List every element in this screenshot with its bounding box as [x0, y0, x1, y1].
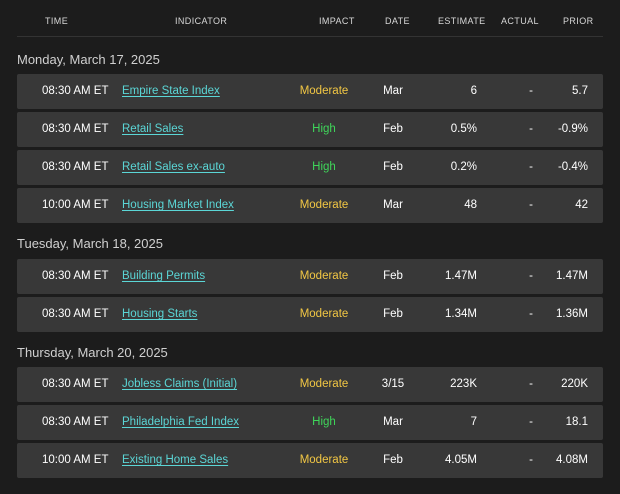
prior-value: -0.9%	[557, 123, 588, 135]
actual-value: -	[529, 161, 533, 173]
event-time: 08:30 AM ET	[42, 378, 109, 390]
day-heading: Monday, March 17, 2025	[17, 52, 160, 67]
actual-value: -	[529, 123, 533, 135]
impact-label: Moderate	[299, 270, 349, 282]
event-time: 10:00 AM ET	[42, 199, 109, 211]
event-date: Feb	[383, 454, 403, 466]
table-row: 10:00 AM ET Housing Market Index Moderat…	[17, 188, 603, 223]
estimate-value: 7	[470, 416, 477, 428]
actual-value: -	[529, 85, 533, 97]
indicator-link[interactable]: Housing Starts	[122, 308, 197, 321]
actual-value: -	[529, 416, 533, 428]
event-time: 08:30 AM ET	[42, 270, 109, 282]
column-header-time[interactable]: TIME	[45, 16, 68, 26]
indicator-link[interactable]: Retail Sales ex-auto	[122, 161, 225, 174]
estimate-value: 0.2%	[450, 161, 477, 173]
prior-value: 5.7	[572, 85, 588, 97]
table-row: 08:30 AM ET Philadelphia Fed Index High …	[17, 405, 603, 440]
actual-value: -	[529, 199, 533, 211]
event-date: Feb	[383, 308, 403, 320]
event-time: 08:30 AM ET	[42, 416, 109, 428]
event-date: Feb	[383, 123, 403, 135]
event-date: Mar	[383, 416, 403, 428]
estimate-value: 48	[464, 199, 477, 211]
impact-label: High	[312, 123, 336, 135]
event-time: 08:30 AM ET	[42, 161, 109, 173]
indicator-link[interactable]: Philadelphia Fed Index	[122, 416, 239, 429]
actual-value: -	[529, 378, 533, 390]
estimate-value: 0.5%	[450, 123, 477, 135]
event-date: Feb	[383, 161, 403, 173]
column-header-impact[interactable]: IMPACT	[319, 16, 355, 26]
indicator-link[interactable]: Existing Home Sales	[122, 454, 228, 467]
indicator-link[interactable]: Building Permits	[122, 270, 205, 283]
economic-calendar: TIME INDICATOR IMPACT DATE ESTIMATE ACTU…	[0, 0, 620, 494]
event-time: 08:30 AM ET	[42, 123, 109, 135]
event-time: 08:30 AM ET	[42, 308, 109, 320]
prior-value: 1.47M	[556, 270, 588, 282]
prior-value: 18.1	[565, 416, 588, 428]
estimate-value: 1.47M	[445, 270, 477, 282]
indicator-link[interactable]: Retail Sales	[122, 123, 183, 136]
table-row: 08:30 AM ET Retail Sales High Feb 0.5% -…	[17, 112, 603, 147]
prior-value: 4.08M	[556, 454, 588, 466]
prior-value: 220K	[561, 378, 588, 390]
column-header-indicator[interactable]: INDICATOR	[175, 16, 227, 26]
estimate-value: 1.34M	[445, 308, 477, 320]
table-row: 08:30 AM ET Retail Sales ex-auto High Fe…	[17, 150, 603, 185]
event-time: 08:30 AM ET	[42, 85, 109, 97]
event-date: Mar	[383, 85, 403, 97]
actual-value: -	[529, 454, 533, 466]
impact-label: Moderate	[299, 454, 349, 466]
table-row: 08:30 AM ET Empire State Index Moderate …	[17, 74, 603, 109]
impact-label: High	[312, 416, 336, 428]
prior-value: 42	[575, 199, 588, 211]
estimate-value: 223K	[450, 378, 477, 390]
impact-label: Moderate	[299, 378, 349, 390]
actual-value: -	[529, 308, 533, 320]
table-row: 08:30 AM ET Building Permits Moderate Fe…	[17, 259, 603, 294]
day-heading: Tuesday, March 18, 2025	[17, 236, 163, 251]
event-date: Feb	[383, 270, 403, 282]
actual-value: -	[529, 270, 533, 282]
prior-value: 1.36M	[556, 308, 588, 320]
day-heading: Thursday, March 20, 2025	[17, 345, 168, 360]
table-header: TIME INDICATOR IMPACT DATE ESTIMATE ACTU…	[17, 8, 603, 37]
impact-label: Moderate	[299, 308, 349, 320]
impact-label: Moderate	[299, 199, 349, 211]
event-time: 10:00 AM ET	[42, 454, 109, 466]
event-date: 3/15	[381, 378, 405, 390]
column-header-date[interactable]: DATE	[385, 16, 410, 26]
estimate-value: 4.05M	[445, 454, 477, 466]
indicator-link[interactable]: Housing Market Index	[122, 199, 234, 212]
event-date: Mar	[383, 199, 403, 211]
table-row: 08:30 AM ET Jobless Claims (Initial) Mod…	[17, 367, 603, 402]
column-header-actual[interactable]: ACTUAL	[501, 16, 539, 26]
indicator-link[interactable]: Empire State Index	[122, 85, 220, 98]
column-header-prior[interactable]: PRIOR	[563, 16, 594, 26]
table-row: 10:00 AM ET Existing Home Sales Moderate…	[17, 443, 603, 478]
estimate-value: 6	[470, 85, 477, 97]
prior-value: -0.4%	[557, 161, 588, 173]
indicator-link[interactable]: Jobless Claims (Initial)	[122, 378, 237, 391]
impact-label: Moderate	[299, 85, 349, 97]
table-row: 08:30 AM ET Housing Starts Moderate Feb …	[17, 297, 603, 332]
impact-label: High	[312, 161, 336, 173]
column-header-estimate[interactable]: ESTIMATE	[438, 16, 486, 26]
